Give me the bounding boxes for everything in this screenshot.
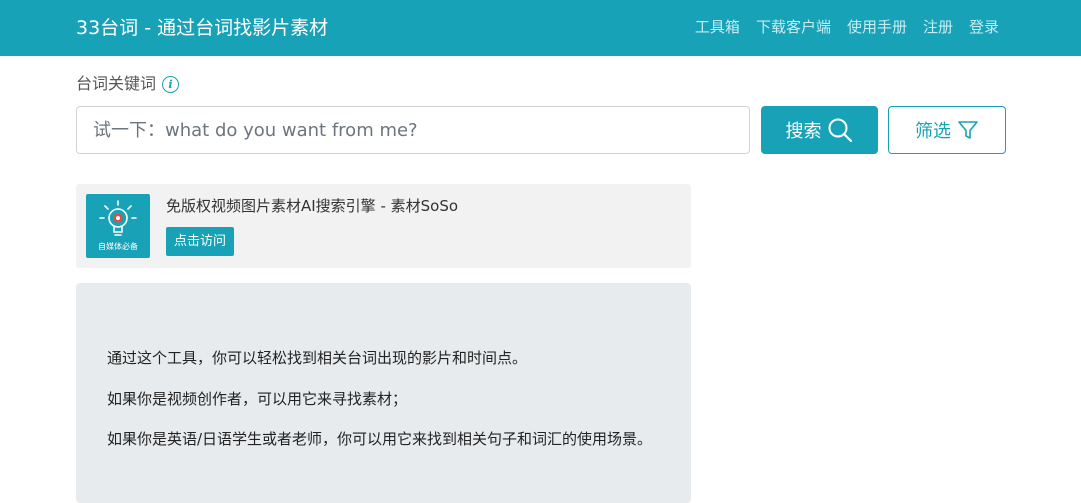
intro-panel: 通过这个工具，你可以轻松找到相关台词出现的影片和时间点。 如果你是视频创作者，可… — [76, 283, 691, 503]
search-button[interactable]: 搜索 — [761, 106, 878, 154]
search-button-label: 搜索 — [785, 121, 822, 142]
ad-logo: 自媒体必备 — [86, 194, 150, 258]
ad-logo-caption: 自媒体必备 — [98, 242, 138, 251]
site-title[interactable]: 33台词 - 通过台词找影片素材 — [76, 14, 328, 42]
intro-line-2: 如果你是视频创作者，可以用它来寻找素材； — [107, 390, 408, 408]
nav-links: 工具箱 下载客户端 使用手册 注册 登录 — [695, 16, 999, 38]
filter-button[interactable]: 筛选 — [888, 106, 1006, 154]
intro-line-3: 如果你是英语/日语学生或者老师，你可以用它来找到相关句子和词汇的使用场景。 — [107, 430, 653, 448]
ad-card[interactable]: 自媒体必备 免版权视频图片素材AI搜索引擎 - 素材SoSo 点击访问 — [76, 184, 691, 268]
nav-download-client[interactable]: 下载客户端 — [756, 16, 831, 38]
ad-title[interactable]: 免版权视频图片素材AI搜索引擎 - 素材SoSo — [166, 196, 458, 216]
keyword-label: 台词关键词 — [76, 74, 157, 93]
intro-line-1: 通过这个工具，你可以轻松找到相关台词出现的影片和时间点。 — [107, 349, 528, 367]
filter-button-label: 筛选 — [915, 121, 951, 142]
search-input[interactable] — [76, 106, 750, 154]
nav-login[interactable]: 登录 — [969, 16, 999, 38]
nav-toolbox[interactable]: 工具箱 — [695, 16, 740, 38]
nav-register[interactable]: 注册 — [923, 16, 953, 38]
info-icon[interactable]: i — [162, 75, 180, 93]
keyword-label-row: 台词关键词 i — [76, 72, 180, 96]
lightbulb-icon — [99, 200, 137, 236]
search-icon — [828, 118, 852, 143]
visit-button[interactable]: 点击访问 — [166, 227, 235, 256]
top-navbar: 33台词 - 通过台词找影片素材 工具箱 下载客户端 使用手册 注册 登录 — [0, 0, 1081, 56]
filter-icon — [958, 121, 978, 139]
nav-manual[interactable]: 使用手册 — [847, 16, 907, 38]
